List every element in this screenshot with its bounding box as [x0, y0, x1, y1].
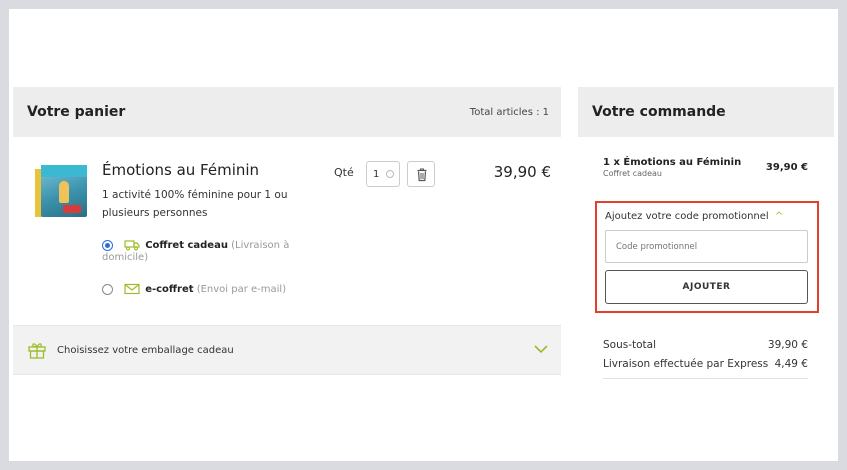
trash-icon	[417, 168, 427, 182]
promo-code-input[interactable]	[605, 230, 808, 263]
radio-coffret[interactable]	[102, 239, 113, 251]
promo-code-section: Ajoutez votre code promotionnel ^ AJOUTER	[595, 201, 819, 313]
quantity-select[interactable]: 1	[366, 161, 400, 187]
envelope-icon	[124, 283, 140, 295]
order-title: Votre commande	[592, 104, 726, 120]
order-line: 1 x Émotions au Féminin Coffret cadeau 3…	[603, 157, 808, 178]
option-ecoffret-label: e-coffret	[145, 284, 194, 295]
chevron-down-icon[interactable]	[533, 342, 549, 356]
cart-header: Votre panier Total articles : 1	[13, 87, 561, 137]
delete-item-button[interactable]	[407, 161, 435, 187]
product-description: 1 activité 100% féminine pour 1 ou plusi…	[102, 189, 288, 219]
gift-wrap-label: Choisissez votre emballage cadeau	[57, 344, 234, 356]
cart-item: Émotions au Féminin 1 activité 100% fémi…	[13, 137, 561, 325]
order-line-price: 39,90 €	[765, 162, 808, 173]
quantity-value: 1	[373, 169, 380, 180]
subtotal-label: Sous-total	[603, 339, 657, 351]
divider	[603, 378, 808, 379]
option-coffret-label: Coffret cadeau	[145, 240, 228, 251]
option-ecoffret[interactable]: e-coffret (Envoi par e-mail)	[102, 283, 286, 295]
gift-wrap-row[interactable]: Choisissez votre emballage cadeau	[13, 325, 561, 375]
promo-toggle[interactable]: Ajoutez votre code promotionnel ^	[605, 211, 783, 222]
promo-toggle-label: Ajoutez votre code promotionnel	[605, 211, 769, 222]
product-thumbnail[interactable]	[35, 161, 87, 219]
truck-icon	[124, 240, 140, 251]
cart-panel: Votre panier Total articles : 1 Émotions…	[13, 87, 561, 376]
chevron-up-icon: ^	[774, 211, 784, 222]
order-totals: Sous-total 39,90 € Livraison effectuée p…	[603, 339, 808, 377]
order-header: Votre commande	[578, 87, 834, 137]
subtotal-value: 39,90 €	[767, 339, 808, 351]
item-price: 39,90 €	[493, 163, 551, 181]
shipping-label: Livraison effectuée par Express	[603, 358, 769, 370]
option-coffret[interactable]: Coffret cadeau (Livraison à domicile)	[102, 239, 302, 264]
chevron-down-icon	[386, 170, 394, 178]
shipping-row: Livraison effectuée par Express 4,49 €	[603, 358, 808, 377]
option-ecoffret-note: (Envoi par e-mail)	[196, 284, 287, 295]
cart-title: Votre panier	[27, 104, 126, 120]
radio-ecoffret[interactable]	[102, 283, 113, 295]
gift-icon	[28, 343, 46, 359]
add-promo-button[interactable]: AJOUTER	[605, 270, 808, 304]
order-panel: Votre commande 1 x Émotions au Féminin C…	[578, 87, 834, 383]
page: Votre panier Total articles : 1 Émotions…	[9, 9, 838, 461]
subtotal-row: Sous-total 39,90 €	[603, 339, 808, 358]
cart-item-count: Total articles : 1	[469, 106, 549, 118]
product-name[interactable]: Émotions au Féminin	[102, 161, 259, 179]
shipping-value: 4,49 €	[774, 358, 808, 370]
quantity-label: Qté	[334, 166, 354, 179]
